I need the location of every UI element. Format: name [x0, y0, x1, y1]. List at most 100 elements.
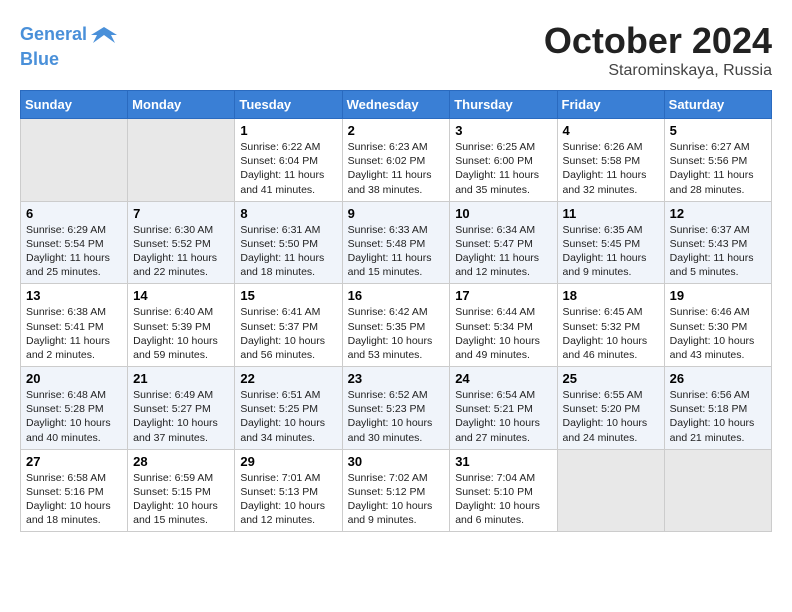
calendar-cell: 27 Sunrise: 6:58 AMSunset: 5:16 PMDayligh… [21, 449, 128, 532]
day-number: 25 [563, 371, 659, 386]
calendar-cell: 21Sunrise: 6:49 AMSunset: 5:27 PMDayligh… [128, 367, 235, 450]
cell-content: Sunrise: 6:58 AMSunset: 5:16 PMDaylight:… [26, 471, 122, 528]
day-number: 18 [563, 288, 659, 303]
day-number: 23 [348, 371, 445, 386]
day-number: 8 [240, 206, 336, 221]
day-number: 16 [348, 288, 445, 303]
day-number: 31 [455, 454, 551, 469]
cell-content: Sunrise: 6:55 AMSunset: 5:20 PMDaylight:… [563, 388, 659, 445]
calendar-cell: 3 Sunrise: 6:25 AMSunset: 6:00 PMDaylight… [450, 119, 557, 202]
cell-content: Sunrise: 6:45 AMSunset: 5:32 PMDaylight:… [563, 305, 659, 362]
calendar-cell: 2 Sunrise: 6:23 AMSunset: 6:02 PMDaylight… [342, 119, 450, 202]
day-number: 2 [348, 123, 445, 138]
day-number: 26 [670, 371, 766, 386]
calendar-cell: 31 Sunrise: 7:04 AMSunset: 5:10 PMDayligh… [450, 449, 557, 532]
day-number: 11 [563, 206, 659, 221]
day-number: 1 [240, 123, 336, 138]
cell-content: Sunrise: 6:38 AMSunset: 5:41 PMDaylight:… [26, 305, 122, 362]
cell-content: Sunrise: 6:34 AMSunset: 5:47 PMDaylight:… [455, 223, 551, 280]
day-number: 30 [348, 454, 445, 469]
weekday-header-tuesday: Tuesday [235, 91, 342, 119]
cell-content: Sunrise: 6:35 AMSunset: 5:45 PMDaylight:… [563, 223, 659, 280]
day-number: 5 [670, 123, 766, 138]
weekday-header-sunday: Sunday [21, 91, 128, 119]
title-area: October 2024 Starominskaya, Russia [544, 20, 772, 80]
calendar-table: SundayMondayTuesdayWednesdayThursdayFrid… [20, 90, 772, 532]
logo: General Blue [20, 20, 119, 70]
calendar-cell: 5 Sunrise: 6:27 AMSunset: 5:56 PMDaylight… [664, 119, 771, 202]
weekday-header-friday: Friday [557, 91, 664, 119]
calendar-cell: 30 Sunrise: 7:02 AMSunset: 5:12 PMDayligh… [342, 449, 450, 532]
calendar-cell: 9Sunrise: 6:33 AMSunset: 5:48 PMDaylight… [342, 201, 450, 284]
day-number: 15 [240, 288, 336, 303]
month-title: October 2024 [544, 20, 772, 62]
day-number: 10 [455, 206, 551, 221]
day-number: 4 [563, 123, 659, 138]
day-number: 22 [240, 371, 336, 386]
calendar-cell: 7 Sunrise: 6:30 AMSunset: 5:52 PMDaylight… [128, 201, 235, 284]
cell-content: Sunrise: 6:59 AMSunset: 5:15 PMDaylight:… [133, 471, 229, 528]
calendar-cell: 29Sunrise: 7:01 AMSunset: 5:13 PMDayligh… [235, 449, 342, 532]
cell-content: Sunrise: 6:44 AMSunset: 5:34 PMDaylight:… [455, 305, 551, 362]
cell-content: Sunrise: 6:42 AMSunset: 5:35 PMDaylight:… [348, 305, 445, 362]
logo-bird-icon [89, 20, 119, 50]
calendar-cell: 10 Sunrise: 6:34 AMSunset: 5:47 PMDayligh… [450, 201, 557, 284]
calendar-cell: 11 Sunrise: 6:35 AMSunset: 5:45 PMDayligh… [557, 201, 664, 284]
calendar-cell: 14 Sunrise: 6:40 AMSunset: 5:39 PMDayligh… [128, 284, 235, 367]
day-number: 17 [455, 288, 551, 303]
cell-content: Sunrise: 6:27 AMSunset: 5:56 PMDaylight:… [670, 140, 766, 197]
calendar-cell: 19 Sunrise: 6:46 AMSunset: 5:30 PMDayligh… [664, 284, 771, 367]
cell-content: Sunrise: 6:51 AMSunset: 5:25 PMDaylight:… [240, 388, 336, 445]
calendar-cell: 6Sunrise: 6:29 AMSunset: 5:54 PMDaylight… [21, 201, 128, 284]
cell-content: Sunrise: 6:40 AMSunset: 5:39 PMDaylight:… [133, 305, 229, 362]
cell-content: Sunrise: 6:52 AMSunset: 5:23 PMDaylight:… [348, 388, 445, 445]
cell-content: Sunrise: 6:23 AMSunset: 6:02 PMDaylight:… [348, 140, 445, 197]
day-number: 20 [26, 371, 122, 386]
calendar-cell [664, 449, 771, 532]
day-number: 19 [670, 288, 766, 303]
weekday-header-wednesday: Wednesday [342, 91, 450, 119]
weekday-header-thursday: Thursday [450, 91, 557, 119]
day-number: 28 [133, 454, 229, 469]
cell-content: Sunrise: 6:29 AMSunset: 5:54 PMDaylight:… [26, 223, 122, 280]
weekday-header-saturday: Saturday [664, 91, 771, 119]
cell-content: Sunrise: 6:46 AMSunset: 5:30 PMDaylight:… [670, 305, 766, 362]
calendar-cell [21, 119, 128, 202]
day-number: 27 [26, 454, 122, 469]
calendar-cell: 28 Sunrise: 6:59 AMSunset: 5:15 PMDayligh… [128, 449, 235, 532]
cell-content: Sunrise: 7:04 AMSunset: 5:10 PMDaylight:… [455, 471, 551, 528]
calendar-cell [128, 119, 235, 202]
calendar-cell: 26 Sunrise: 6:56 AMSunset: 5:18 PMDayligh… [664, 367, 771, 450]
day-number: 21 [133, 371, 229, 386]
day-number: 7 [133, 206, 229, 221]
calendar-cell: 12 Sunrise: 6:37 AMSunset: 5:43 PMDayligh… [664, 201, 771, 284]
cell-content: Sunrise: 7:02 AMSunset: 5:12 PMDaylight:… [348, 471, 445, 528]
cell-content: Sunrise: 6:56 AMSunset: 5:18 PMDaylight:… [670, 388, 766, 445]
calendar-cell: 15Sunrise: 6:41 AMSunset: 5:37 PMDayligh… [235, 284, 342, 367]
day-number: 14 [133, 288, 229, 303]
calendar-cell: 24Sunrise: 6:54 AMSunset: 5:21 PMDayligh… [450, 367, 557, 450]
weekday-header-monday: Monday [128, 91, 235, 119]
calendar-cell: 13 Sunrise: 6:38 AMSunset: 5:41 PMDayligh… [21, 284, 128, 367]
calendar-cell: 22 Sunrise: 6:51 AMSunset: 5:25 PMDayligh… [235, 367, 342, 450]
day-number: 9 [348, 206, 445, 221]
day-number: 3 [455, 123, 551, 138]
calendar-cell: 1 Sunrise: 6:22 AMSunset: 6:04 PMDaylight… [235, 119, 342, 202]
cell-content: Sunrise: 6:22 AMSunset: 6:04 PMDaylight:… [240, 140, 336, 197]
calendar-cell: 17 Sunrise: 6:44 AMSunset: 5:34 PMDayligh… [450, 284, 557, 367]
cell-content: Sunrise: 6:26 AMSunset: 5:58 PMDaylight:… [563, 140, 659, 197]
cell-content: Sunrise: 6:31 AMSunset: 5:50 PMDaylight:… [240, 223, 336, 280]
calendar-cell: 18 Sunrise: 6:45 AMSunset: 5:32 PMDayligh… [557, 284, 664, 367]
day-number: 13 [26, 288, 122, 303]
cell-content: Sunrise: 6:25 AMSunset: 6:00 PMDaylight:… [455, 140, 551, 197]
day-number: 12 [670, 206, 766, 221]
calendar-cell: 23 Sunrise: 6:52 AMSunset: 5:23 PMDayligh… [342, 367, 450, 450]
calendar-cell: 25 Sunrise: 6:55 AMSunset: 5:20 PMDayligh… [557, 367, 664, 450]
cell-content: Sunrise: 6:54 AMSunset: 5:21 PMDaylight:… [455, 388, 551, 445]
day-number: 29 [240, 454, 336, 469]
calendar-cell: 4 Sunrise: 6:26 AMSunset: 5:58 PMDaylight… [557, 119, 664, 202]
page-header: General Blue October 2024 Starominskaya,… [20, 20, 772, 80]
cell-content: Sunrise: 6:37 AMSunset: 5:43 PMDaylight:… [670, 223, 766, 280]
calendar-cell: 8 Sunrise: 6:31 AMSunset: 5:50 PMDaylight… [235, 201, 342, 284]
cell-content: Sunrise: 6:30 AMSunset: 5:52 PMDaylight:… [133, 223, 229, 280]
